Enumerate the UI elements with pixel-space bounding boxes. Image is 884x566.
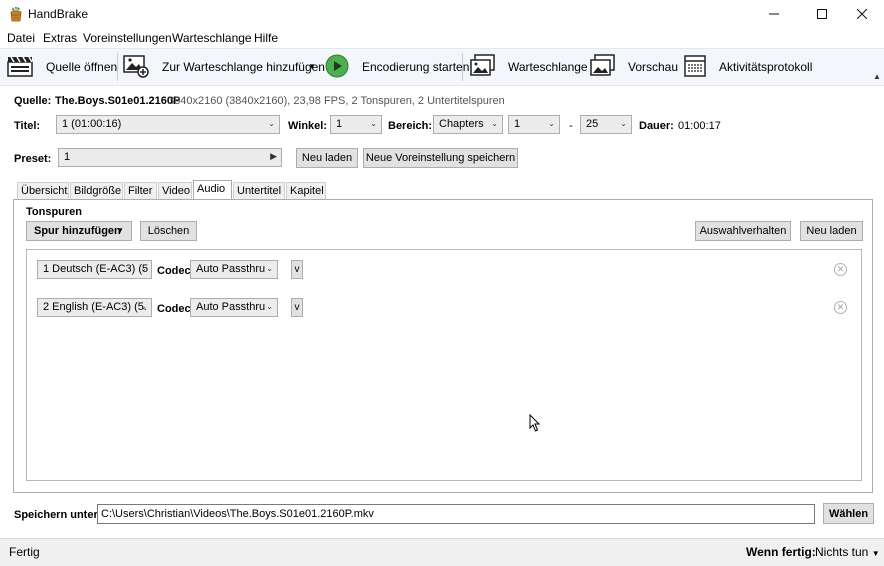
range-start-value: 1	[514, 118, 521, 130]
tab-bildgroesse[interactable]: Bildgröße	[70, 182, 123, 199]
choose-destination-button[interactable]: Wählen	[823, 503, 874, 524]
menu-voreinstellungen[interactable]: Voreinstellungen	[83, 31, 172, 45]
preset-select-value: 1	[64, 151, 71, 163]
mouse-cursor-icon	[529, 413, 541, 435]
chevron-down-icon: ⌄	[370, 119, 377, 128]
status-text: Fertig	[9, 545, 40, 559]
angle-label: Winkel:	[288, 120, 328, 132]
add-track-button[interactable]: Spur hinzufügen ▼	[26, 221, 132, 241]
tab-video[interactable]: Video	[158, 182, 192, 199]
title-label: Titel:	[14, 120, 41, 132]
chevron-down-icon: ⌄	[548, 119, 555, 128]
source-name: The.Boys.S01e01.2160P	[55, 95, 181, 107]
tab-untertitel[interactable]: Untertitel	[233, 182, 285, 199]
track-2-source-value: 2 English (E-AC3) (5.	[43, 301, 147, 313]
toolbar-separator	[117, 53, 118, 81]
save-as-label: Speichern unter:	[14, 509, 102, 521]
range-start-select[interactable]: 1 ⌄	[508, 115, 560, 134]
track-1-expand-button[interactable]: v	[291, 260, 303, 279]
audio-reload-button[interactable]: Neu laden	[800, 221, 863, 241]
title-select[interactable]: 1 (01:00:16) ⌄	[56, 115, 280, 134]
save-new-preset-button[interactable]: Neue Voreinstellung speichern	[363, 148, 518, 168]
track-1-codec-value: Auto Passthru	[196, 263, 266, 275]
tab-kapitel[interactable]: Kapitel	[286, 182, 326, 199]
menu-datei[interactable]: Datei	[7, 31, 35, 45]
preset-reload-button[interactable]: Neu laden	[296, 148, 358, 168]
chevron-down-icon: ⌄	[266, 264, 273, 273]
chevron-down-icon: ⌄	[491, 119, 498, 128]
track-2-codec-label: Codec	[157, 303, 191, 315]
chevron-down-icon: ⌄	[140, 302, 147, 311]
toolbar-overflow-icon[interactable]: ▲	[873, 72, 881, 81]
queue-images-icon[interactable]	[470, 54, 496, 78]
duration-label: Dauer:	[639, 120, 674, 132]
delete-tracks-button[interactable]: Löschen	[140, 221, 197, 241]
track-1-codec-label: Codec	[157, 265, 191, 277]
chevron-right-icon: ▶	[270, 151, 277, 161]
range-label: Bereich:	[388, 120, 433, 132]
track-2-remove-icon[interactable]: ✕	[834, 301, 847, 314]
preview-images-icon[interactable]	[590, 54, 616, 78]
save-path-input[interactable]: C:\Users\Christian\Videos\The.Boys.S01e0…	[97, 504, 815, 524]
chevron-down-icon: ⌄	[140, 264, 147, 273]
preview-button[interactable]: Vorschau	[628, 60, 678, 74]
track-1-source-select[interactable]: 1 Deutsch (E-AC3) (5 ⌄	[37, 260, 152, 279]
track-2-source-select[interactable]: 2 English (E-AC3) (5. ⌄	[37, 298, 152, 317]
range-type-value: Chapters	[439, 118, 484, 130]
toolbar-separator	[462, 53, 463, 81]
queue-button[interactable]: Warteschlange	[508, 60, 588, 74]
track-1-codec-select[interactable]: Auto Passthru ⌄	[190, 260, 278, 279]
maximize-button[interactable]	[800, 0, 844, 28]
track-2-expand-button[interactable]: v	[291, 298, 303, 317]
minimize-button[interactable]	[752, 0, 796, 28]
source-info: 3840x2160 (3840x2160), 23,98 FPS, 2 Tons…	[168, 95, 505, 107]
menu-warteschlange[interactable]: Warteschlange	[172, 31, 252, 45]
angle-select[interactable]: 1 ⌄	[330, 115, 382, 134]
tab-audio[interactable]: Audio	[193, 180, 232, 200]
range-type-select[interactable]: Chapters ⌄	[433, 115, 503, 134]
selection-behavior-button[interactable]: Auswahlverhalten	[695, 221, 791, 241]
range-end-select[interactable]: 25 ⌄	[580, 115, 632, 134]
track-1-remove-icon[interactable]: ✕	[834, 263, 847, 276]
tab-filter[interactable]: Filter	[124, 182, 157, 199]
range-dash: -	[569, 120, 573, 132]
window-title: HandBrake	[28, 7, 89, 21]
handbrake-app-icon	[8, 6, 24, 22]
clapperboard-icon[interactable]	[7, 54, 33, 78]
source-label: Quelle:	[14, 95, 52, 107]
menu-hilfe[interactable]: Hilfe	[254, 31, 278, 45]
start-encode-button[interactable]: Encodierung starten	[362, 60, 469, 74]
audio-section-title: Tonspuren	[26, 206, 83, 218]
preset-select[interactable]: 1 ▶	[58, 148, 282, 167]
chevron-down-icon: ⌄	[266, 302, 273, 311]
when-done-value: Nichts tun	[815, 545, 869, 559]
close-button[interactable]	[840, 0, 884, 28]
activity-log-button[interactable]: Aktivitätsprotokoll	[719, 60, 812, 74]
title-select-value: 1 (01:00:16)	[62, 118, 122, 130]
menu-extras[interactable]: Extras	[43, 31, 77, 45]
dropdown-arrow-icon: ▼	[116, 226, 124, 235]
track-1-source-value: 1 Deutsch (E-AC3) (5	[43, 263, 149, 275]
add-to-queue-button[interactable]: Zur Warteschlange hinzufügen	[162, 60, 325, 74]
track-2-codec-select[interactable]: Auto Passthru ⌄	[190, 298, 278, 317]
range-end-value: 25	[586, 118, 599, 130]
chevron-down-icon: ⌄	[620, 119, 627, 128]
activity-log-icon[interactable]	[683, 54, 709, 78]
add-track-label: Spur hinzufügen	[34, 225, 121, 237]
audio-tracks-list	[26, 249, 862, 481]
open-source-button[interactable]: Quelle öffnen	[46, 60, 117, 74]
track-2-codec-value: Auto Passthru	[196, 301, 266, 313]
chevron-down-icon: ⌄	[268, 119, 275, 128]
when-done-label: Wenn fertig:	[746, 545, 816, 559]
when-done-select[interactable]: Nichts tun ▼	[815, 545, 880, 559]
add-queue-dropdown-icon[interactable]: ▼	[308, 62, 316, 71]
add-image-icon[interactable]	[123, 54, 149, 78]
tab-uebersicht[interactable]: Übersicht	[17, 182, 69, 199]
angle-select-value: 1	[336, 118, 343, 130]
play-icon[interactable]	[325, 54, 351, 78]
preset-label: Preset:	[14, 153, 52, 165]
duration-value: 01:00:17	[678, 120, 721, 132]
dropdown-arrow-icon: ▼	[871, 549, 880, 558]
